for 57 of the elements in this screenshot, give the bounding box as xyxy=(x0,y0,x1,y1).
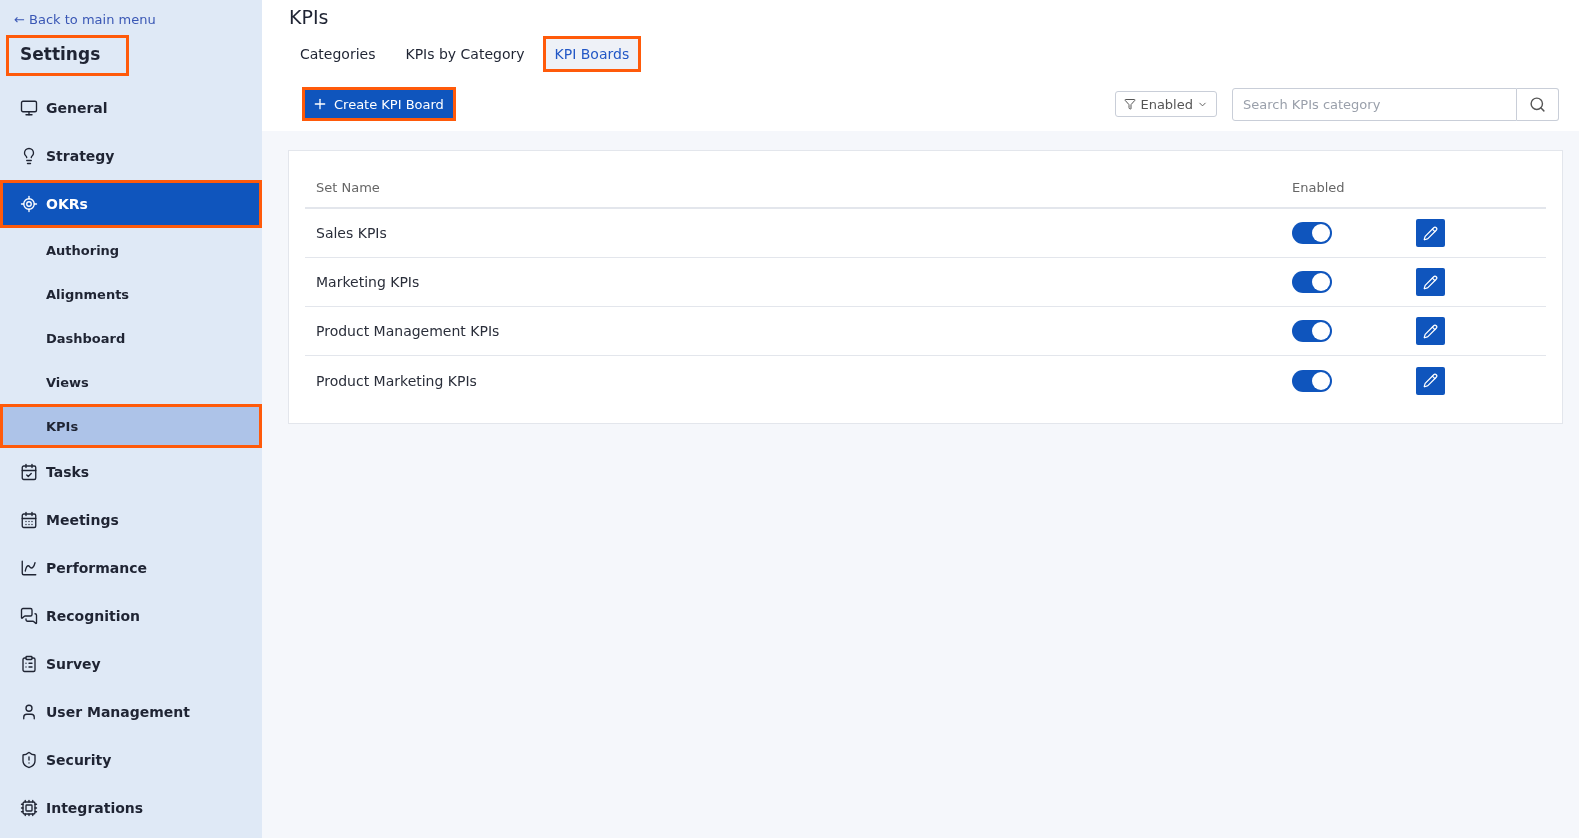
enabled-toggle[interactable] xyxy=(1292,320,1332,342)
page-title: KPIs xyxy=(288,6,330,28)
chart-icon xyxy=(20,559,38,577)
sidebar-item[interactable]: Tasks xyxy=(0,448,262,496)
chat-bubbles-icon xyxy=(20,607,38,625)
sidebar-item[interactable]: User Management xyxy=(0,688,262,736)
pencil-icon xyxy=(1423,373,1438,388)
enabled-toggle[interactable] xyxy=(1292,222,1332,244)
edit-button[interactable] xyxy=(1416,366,1445,395)
sidebar-item[interactable]: Recognition xyxy=(0,592,262,640)
pencil-icon xyxy=(1423,323,1438,339)
search-icon xyxy=(1529,95,1546,113)
table-cell-text: Product Management KPIs xyxy=(316,323,501,339)
calendar-icon xyxy=(20,511,38,529)
sidebar-subitem[interactable]: Authoring xyxy=(0,228,262,272)
table-cell-text: Product Marketing KPIs xyxy=(316,372,478,389)
sidebar-item[interactable]: General xyxy=(0,84,262,132)
monitor-icon xyxy=(20,99,38,117)
list-icon xyxy=(20,655,38,673)
sidebar-item[interactable]: OKRs xyxy=(0,180,262,228)
pencil-icon xyxy=(1423,225,1438,241)
column-header: Set Name xyxy=(316,179,381,195)
edit-button[interactable] xyxy=(1416,219,1445,247)
pencil-icon xyxy=(1423,274,1438,290)
sidebar-subitem[interactable]: Views xyxy=(0,360,262,404)
tab[interactable]: KPI Boards xyxy=(542,36,642,72)
enabled-toggle[interactable] xyxy=(1292,271,1332,293)
sidebar-item[interactable]: Strategy xyxy=(0,132,262,180)
sidebar-subitem[interactable]: Alignments xyxy=(0,272,262,316)
sidebar-item[interactable]: Security xyxy=(0,736,262,784)
sidebar-item[interactable]: Survey xyxy=(0,640,262,688)
user-icon xyxy=(20,703,38,721)
tab[interactable]: Categories xyxy=(288,36,388,72)
sidebar-item[interactable]: Performance xyxy=(0,544,262,592)
calendar-check-icon xyxy=(20,463,38,481)
create-board-button[interactable]: Create KPI Board xyxy=(302,87,456,121)
plus-icon xyxy=(312,96,328,112)
filter-icon xyxy=(1124,98,1137,110)
back-link[interactable]: ← Back to main menu xyxy=(0,12,262,27)
shield-icon xyxy=(20,751,38,769)
crosshair-icon xyxy=(20,195,38,213)
search-button[interactable] xyxy=(1517,87,1559,121)
settings-title: Settings xyxy=(6,35,129,76)
edit-button[interactable] xyxy=(1416,317,1445,345)
table-cell-text: Sales KPIs xyxy=(316,225,388,241)
search-field[interactable]: Search KPIs category xyxy=(1232,87,1517,121)
column-header: Enabled xyxy=(1292,179,1346,195)
sidebar-subitem[interactable]: Dashboard xyxy=(0,316,262,360)
enabled-toggle[interactable] xyxy=(1292,369,1332,392)
tab[interactable]: KPIs by Category xyxy=(393,36,537,72)
sidebar-item[interactable]: Integrations xyxy=(0,784,262,832)
table-cell-text: Marketing KPIs xyxy=(316,274,421,290)
filter-dropdown[interactable]: Enabled xyxy=(1115,91,1217,117)
chip-icon xyxy=(20,799,38,817)
sidebar-item[interactable]: Meetings xyxy=(0,496,262,544)
edit-button[interactable] xyxy=(1416,268,1445,296)
sidebar-subitem[interactable]: KPIs xyxy=(0,404,262,448)
